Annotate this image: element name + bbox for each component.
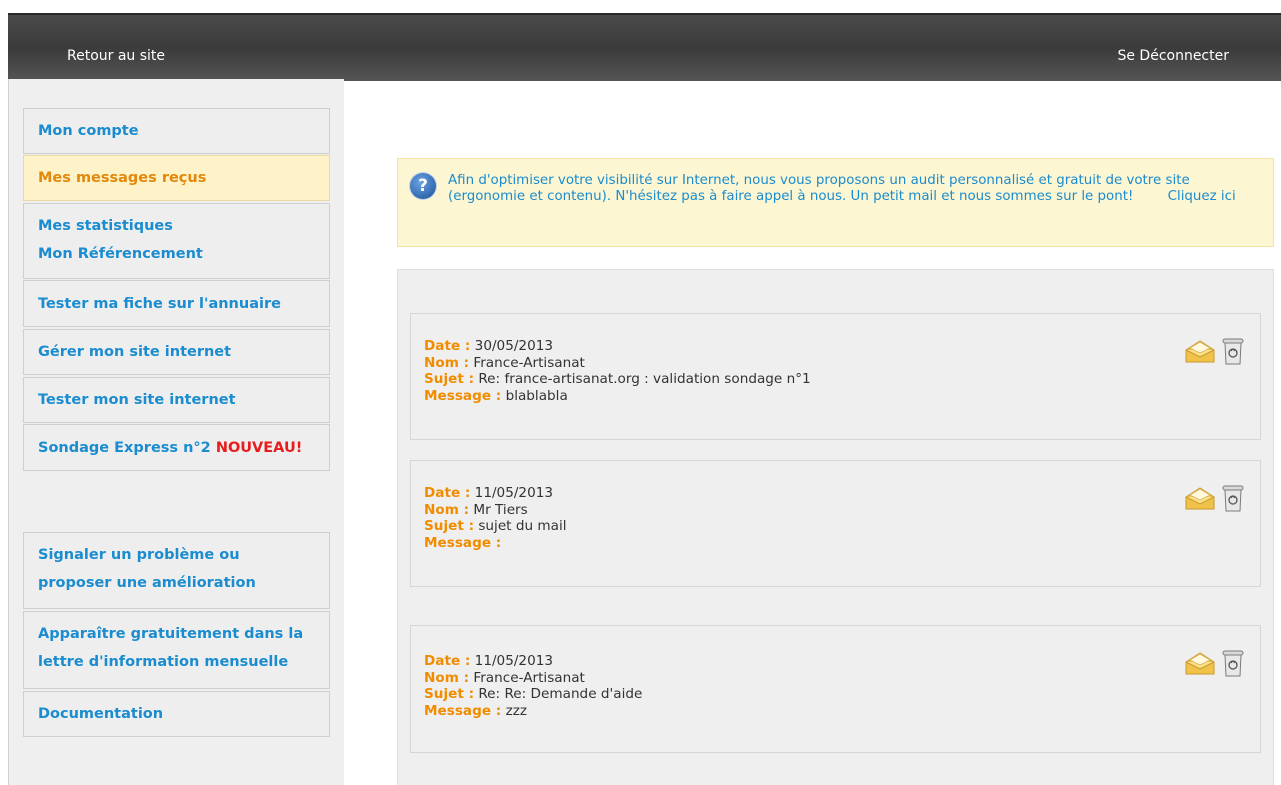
- message-fields: Date : 11/05/2013 Nom : Mr Tiers Sujet :…: [424, 485, 567, 551]
- sidebar-item-messages[interactable]: Mes messages reçus: [23, 155, 330, 201]
- nom-value: France-Artisanat: [473, 354, 585, 371]
- sidebar-item-mon-compte[interactable]: Mon compte: [23, 108, 330, 154]
- message-card: Date : 11/05/2013 Nom : Mr Tiers Sujet :…: [410, 460, 1261, 587]
- sidebar-item-lettre[interactable]: Apparaître gratuitement dans la lettre d…: [23, 611, 330, 689]
- sidebar-item-label: Tester ma fiche sur l'annuaire: [38, 295, 281, 312]
- sidebar-item-label: Signaler un problème ou: [38, 547, 240, 563]
- question-icon: ?: [410, 173, 436, 199]
- info-banner: ? Afin d'optimiser votre visibilité sur …: [397, 158, 1274, 247]
- sidebar-item-label: Apparaître gratuitement dans la: [38, 626, 304, 642]
- envelope-open-icon[interactable]: [1184, 485, 1216, 515]
- date-label: Date :: [424, 338, 471, 354]
- sidebar-item-label: Tester mon site internet: [38, 392, 236, 408]
- trash-icon[interactable]: [1222, 648, 1244, 682]
- sidebar-item-label: proposer une amélioration: [38, 575, 256, 591]
- nom-label: Nom :: [424, 354, 470, 371]
- messages-panel: Date : 30/05/2013 Nom : France-Artisanat…: [397, 269, 1274, 785]
- date-label: Date :: [424, 485, 471, 501]
- sidebar-item-label: Gérer mon site internet: [38, 344, 232, 360]
- sidebar-item-tester-site[interactable]: Tester mon site internet: [23, 377, 330, 423]
- sujet-value: sujet du mail: [478, 518, 567, 534]
- sidebar-item-statistiques[interactable]: Mes statistiques Mon Référencement: [23, 203, 330, 279]
- message-label: Message :: [424, 387, 502, 404]
- message-value: blablabla: [505, 387, 568, 404]
- message-fields: Date : 11/05/2013 Nom : France-Artisanat…: [424, 653, 642, 719]
- sujet-label: Sujet :: [424, 518, 475, 534]
- message-actions: [1184, 483, 1244, 517]
- nom-value: Mr Tiers: [473, 501, 528, 518]
- date-label: Date :: [424, 653, 471, 669]
- new-badge: NOUVEAU!: [215, 439, 303, 456]
- sidebar-item-sondage[interactable]: Sondage Express n°2 NOUVEAU!: [23, 424, 330, 471]
- date-value: 11/05/2013: [474, 485, 554, 501]
- logout-link[interactable]: Se Déconnecter: [1117, 48, 1229, 64]
- sidebar-item-tester-fiche[interactable]: Tester ma fiche sur l'annuaire: [23, 280, 330, 327]
- nom-label: Nom :: [424, 501, 470, 518]
- nom-value: France-Artisanat: [473, 669, 585, 686]
- sujet-label: Sujet :: [424, 686, 475, 702]
- info-text: Afin d'optimiser votre visibilité sur In…: [448, 173, 1268, 205]
- message-value: zzz: [505, 702, 527, 719]
- sidebar-item-label: Mon compte: [38, 123, 139, 139]
- message-fields: Date : 30/05/2013 Nom : France-Artisanat…: [424, 338, 811, 404]
- sidebar-item-documentation[interactable]: Documentation: [23, 691, 330, 737]
- message-actions: [1184, 336, 1244, 370]
- nom-label: Nom :: [424, 669, 470, 686]
- sidebar: Mon compte Mes messages reçus Mes statis…: [9, 79, 344, 785]
- sidebar-item-label: Mes messages reçus: [38, 170, 207, 186]
- message-card: Date : 30/05/2013 Nom : France-Artisanat…: [410, 313, 1261, 440]
- sidebar-item-label: lettre d'information mensuelle: [38, 654, 289, 670]
- sidebar-item-label: Sondage Express n°2: [38, 439, 211, 456]
- sidebar-item-label: Mon Référencement: [38, 246, 203, 262]
- cliquez-ici-link[interactable]: Cliquez ici: [1168, 189, 1236, 204]
- trash-icon[interactable]: [1222, 336, 1244, 370]
- trash-icon[interactable]: [1222, 483, 1244, 517]
- sidebar-item-signaler[interactable]: Signaler un problème ou proposer une amé…: [23, 532, 330, 609]
- message-label: Message :: [424, 534, 502, 551]
- top-bar: Retour au site Se Déconnecter: [8, 13, 1281, 81]
- message-actions: [1184, 648, 1244, 682]
- sujet-label: Sujet :: [424, 371, 475, 387]
- info-message: Afin d'optimiser votre visibilité sur In…: [448, 173, 1190, 204]
- date-value: 30/05/2013: [474, 338, 554, 354]
- sujet-value: Re: Re: Demande d'aide: [478, 686, 643, 702]
- sidebar-item-label: Documentation: [38, 706, 164, 722]
- sujet-value: Re: france-artisanat.org : validation so…: [478, 371, 811, 387]
- back-to-site-link[interactable]: Retour au site: [67, 48, 165, 64]
- date-value: 11/05/2013: [474, 653, 554, 669]
- sidebar-item-label: Mes statistiques: [38, 218, 173, 234]
- sidebar-item-gerer-site[interactable]: Gérer mon site internet: [23, 329, 330, 375]
- envelope-open-icon[interactable]: [1184, 650, 1216, 680]
- message-card: Date : 11/05/2013 Nom : France-Artisanat…: [410, 625, 1261, 753]
- message-label: Message :: [424, 702, 502, 719]
- envelope-open-icon[interactable]: [1184, 338, 1216, 368]
